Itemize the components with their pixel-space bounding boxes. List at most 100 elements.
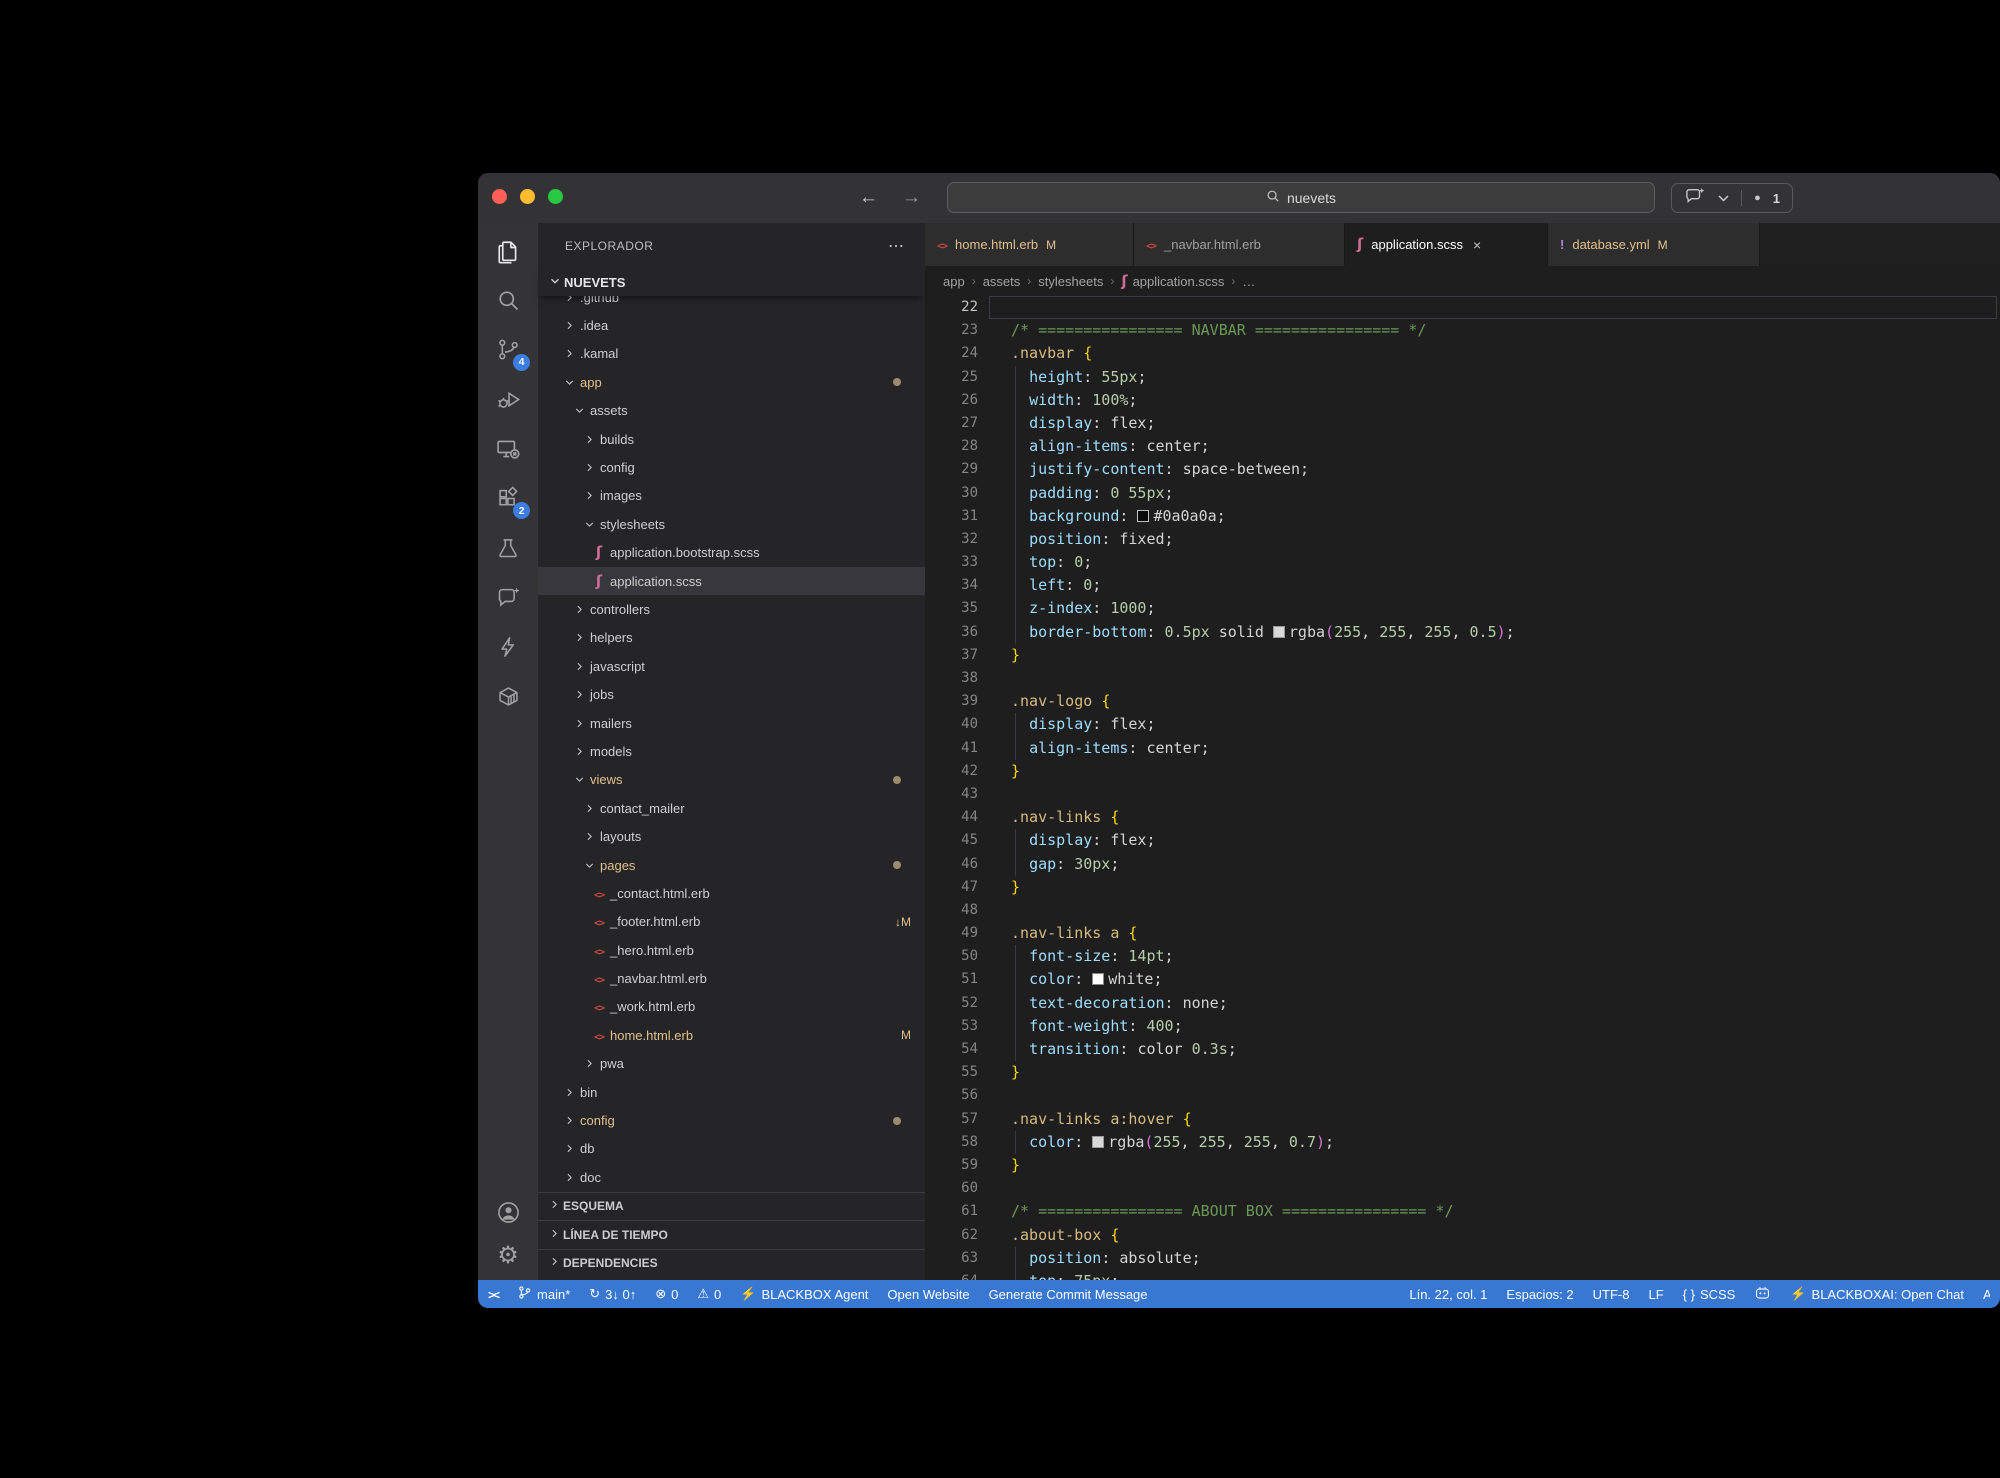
explorer-icon[interactable]: [484, 226, 532, 276]
source-control-icon[interactable]: 4: [484, 325, 532, 375]
statusbar-warnings[interactable]: ⚠0: [697, 1286, 721, 1302]
statusbar-cursor-position[interactable]: Lín. 22, col. 1: [1409, 1287, 1487, 1302]
tree-item-assets[interactable]: assets: [538, 397, 925, 425]
code-text: z-index: 1000;: [1011, 597, 1156, 620]
line-number: 54: [925, 1038, 978, 1061]
tree-item-config[interactable]: config: [538, 1106, 925, 1134]
statusbar-open-website[interactable]: Open Website: [887, 1287, 969, 1302]
close-window-button[interactable]: [492, 189, 507, 204]
tree-item-stylesheets[interactable]: stylesheets: [538, 510, 925, 538]
section-l-nea-de-tiempo[interactable]: LÍNEA DE TIEMPO: [538, 1220, 925, 1249]
section-esquema[interactable]: ESQUEMA: [538, 1192, 925, 1221]
history-back-button[interactable]: ←: [859, 187, 878, 209]
tree-item--contact-html-erb[interactable]: <>_contact.html.erb: [538, 879, 925, 907]
line-number: 39: [925, 690, 978, 713]
statusbar-git-branch[interactable]: main*: [517, 1285, 570, 1303]
more-actions-icon[interactable]: ⋯: [888, 236, 905, 256]
account-icon[interactable]: [484, 1199, 532, 1226]
tree-item-config[interactable]: config: [538, 453, 925, 481]
statusbar-clipped-item[interactable]: A: [1983, 1287, 1990, 1302]
tree-item-contact-mailer[interactable]: contact_mailer: [538, 794, 925, 822]
tab-database-yml[interactable]: !database.ymlM: [1548, 223, 1760, 266]
tree-item--work-html-erb[interactable]: <>_work.html.erb: [538, 993, 925, 1021]
tab-application-scss[interactable]: ʃapplication.scss×: [1345, 223, 1548, 266]
tree-item-views[interactable]: views: [538, 766, 925, 794]
tree-item-controllers[interactable]: controllers: [538, 595, 925, 623]
statusbar-remote-indicator[interactable]: ><: [488, 1287, 498, 1302]
tab-home-html-erb[interactable]: <>home.html.erbM: [925, 223, 1134, 266]
statusbar-blackboxai-open-chat[interactable]: ⚡BLACKBOXAI: Open Chat: [1790, 1286, 1964, 1302]
command-center-search[interactable]: nuevets: [947, 182, 1655, 213]
history-forward-button[interactable]: →: [902, 187, 921, 209]
close-icon[interactable]: ×: [1473, 237, 1481, 253]
remote-monitor-icon[interactable]: [484, 424, 532, 474]
tree-item-jobs[interactable]: jobs: [538, 680, 925, 708]
line-number: 23: [925, 319, 978, 342]
line-number: 48: [925, 899, 978, 922]
statusbar-label: 0: [714, 1287, 721, 1302]
tree-item-bin[interactable]: bin: [538, 1078, 925, 1106]
tree-item-helpers[interactable]: helpers: [538, 624, 925, 652]
statusbar-eol[interactable]: LF: [1648, 1287, 1663, 1302]
tree-item-label: stylesheets: [600, 517, 665, 532]
tree-item-images[interactable]: images: [538, 482, 925, 510]
tree-item-mailers[interactable]: mailers: [538, 709, 925, 737]
code-editor[interactable]: 2223/* ================ NAVBAR =========…: [925, 296, 2000, 1280]
minimize-window-button[interactable]: [520, 189, 535, 204]
breadcrumb-item--[interactable]: …: [1242, 274, 1255, 289]
tree-item-builds[interactable]: builds: [538, 425, 925, 453]
statusbar-robot[interactable]: [1754, 1285, 1771, 1303]
tree-item-app[interactable]: app: [538, 368, 925, 396]
settings-icon[interactable]: ⚙: [484, 1244, 532, 1268]
chevron-right-icon: [580, 459, 598, 477]
statusbar-indentation[interactable]: Espacios: 2: [1506, 1287, 1573, 1302]
tree-item-models[interactable]: models: [538, 737, 925, 765]
statusbar-encoding[interactable]: UTF-8: [1593, 1287, 1630, 1302]
lightning-icon[interactable]: [484, 622, 532, 672]
search-icon[interactable]: [484, 276, 532, 326]
container-box-icon[interactable]: [484, 672, 532, 722]
zoom-window-button[interactable]: [548, 189, 563, 204]
chevron-down-icon[interactable]: [1718, 189, 1729, 207]
tree-item-javascript[interactable]: javascript: [538, 652, 925, 680]
tree-item-doc[interactable]: doc: [538, 1163, 925, 1191]
project-root-row[interactable]: NUEVETS: [538, 268, 925, 296]
breadcrumb-item-app[interactable]: app: [943, 274, 965, 289]
breadcrumb-item-stylesheets[interactable]: stylesheets: [1038, 274, 1103, 289]
tree-item-home-html-erb[interactable]: <>home.html.erbM: [538, 1021, 925, 1049]
statusbar-errors[interactable]: ⊗0: [655, 1286, 678, 1302]
statusbar-generate-commit-message[interactable]: Generate Commit Message: [989, 1287, 1148, 1302]
section-dependencies[interactable]: DEPENDENCIES: [538, 1249, 925, 1278]
tree-item-application-bootstrap-scss[interactable]: ʃapplication.bootstrap.scss: [538, 539, 925, 567]
tree-item--navbar-html-erb[interactable]: <>_navbar.html.erb: [538, 964, 925, 992]
run-debug-icon[interactable]: [484, 375, 532, 425]
statusbar-blackbox-agent[interactable]: ⚡BLACKBOX Agent: [740, 1286, 868, 1302]
tab--navbar-html-erb[interactable]: <>_navbar.html.erb: [1134, 223, 1345, 266]
tree-item--idea[interactable]: .idea: [538, 311, 925, 339]
tree-item--github[interactable]: .github: [538, 296, 925, 311]
chevron-right-icon: [570, 686, 588, 704]
code-text: .about-box {: [1011, 1224, 1119, 1247]
statusbar-git-sync[interactable]: ↻3↓ 0↑: [589, 1286, 636, 1302]
code-line-27: 27 display: flex;: [925, 412, 2000, 435]
testing-icon[interactable]: [484, 523, 532, 573]
tree-item-db[interactable]: db: [538, 1135, 925, 1163]
tree-item--hero-html-erb[interactable]: <>_hero.html.erb: [538, 936, 925, 964]
breadcrumb-item-assets[interactable]: assets: [983, 274, 1021, 289]
tree-item-pwa[interactable]: pwa: [538, 1050, 925, 1078]
chat-sparkle-icon[interactable]: [484, 573, 532, 623]
code-text: display: flex;: [1011, 829, 1156, 852]
chat-controls[interactable]: ● 1: [1671, 183, 1793, 213]
tree-item-application-scss[interactable]: ʃapplication.scss: [538, 567, 925, 595]
breadcrumb-item-application-scss[interactable]: ʃapplication.scss: [1121, 274, 1224, 289]
code-line-46: 46 gap: 30px;: [925, 853, 2000, 876]
tree-item--kamal[interactable]: .kamal: [538, 340, 925, 368]
extensions-icon[interactable]: 2: [484, 474, 532, 524]
search-value: nuevets: [1287, 190, 1336, 206]
scss-icon: ʃ: [590, 545, 608, 560]
tree-item-pages[interactable]: pages: [538, 851, 925, 879]
tree-item-layouts[interactable]: layouts: [538, 822, 925, 850]
activity-bar-bottom: ⚙: [484, 1199, 532, 1268]
statusbar-language-mode[interactable]: { }SCSS: [1683, 1287, 1736, 1302]
tree-item--footer-html-erb[interactable]: <>_footer.html.erb↓M: [538, 908, 925, 936]
